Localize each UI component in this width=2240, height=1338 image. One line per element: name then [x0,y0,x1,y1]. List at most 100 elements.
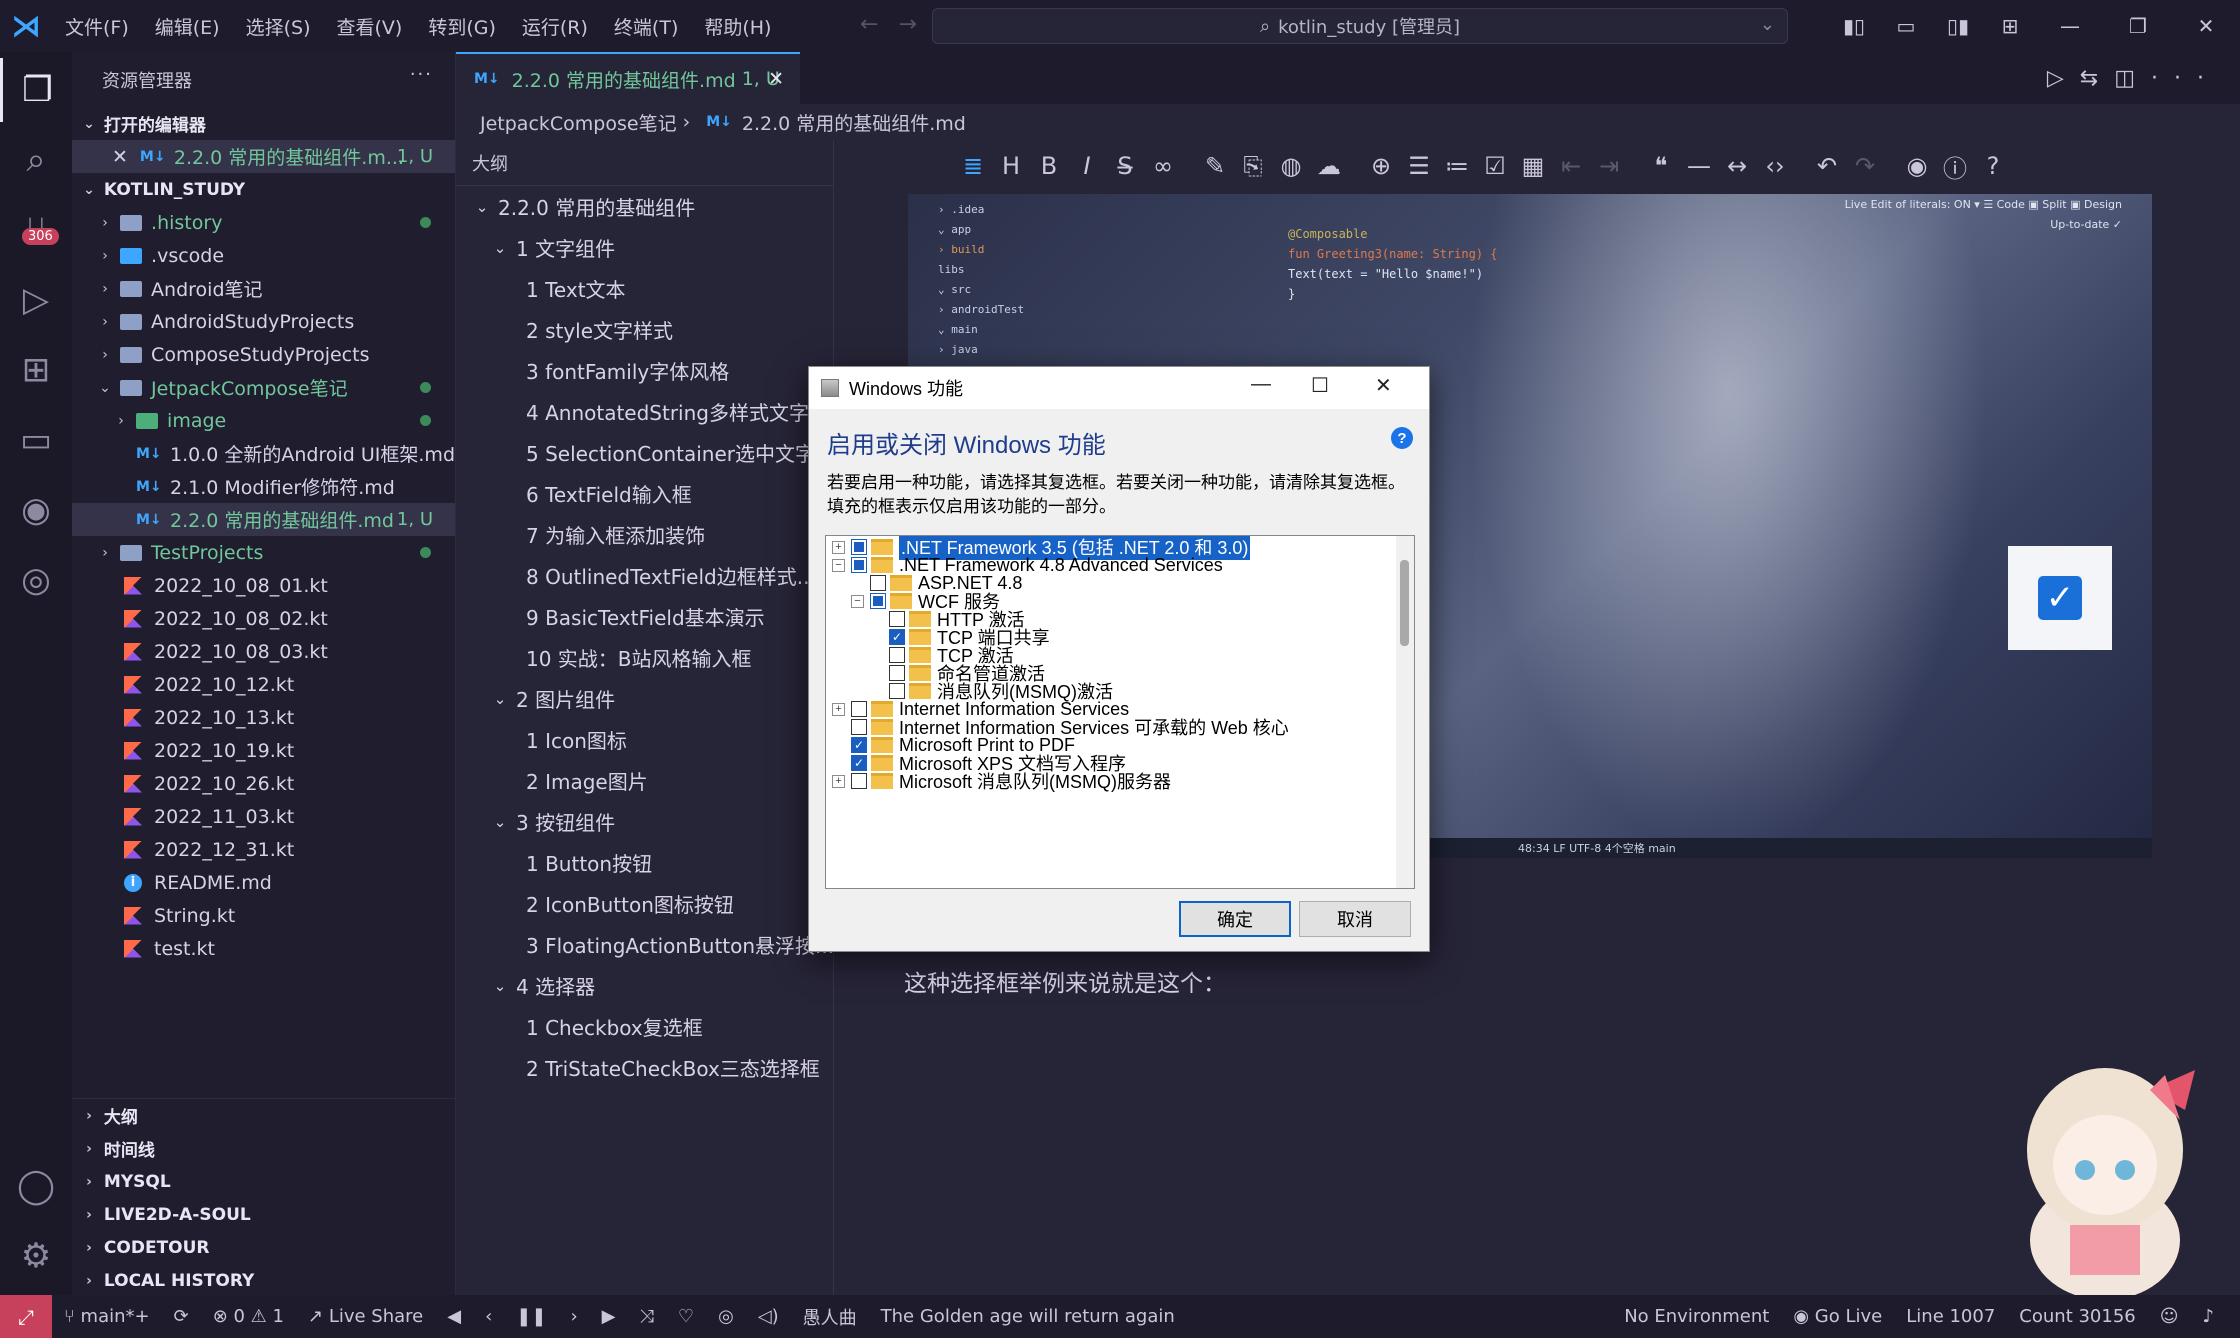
music-app-icon[interactable]: ◎ [706,1306,746,1327]
tree-item-kt[interactable]: 2022_10_19.kt [72,734,455,767]
tree-item-kt[interactable]: 2022_10_08_01.kt [72,569,455,602]
collapse-icon[interactable]: − [851,594,864,608]
cloud-upload-icon[interactable]: ☁ [1310,152,1348,180]
workspace-root[interactable]: ⌄ KOTLIN_STUDY [72,173,455,206]
more-icon[interactable]: ··· [2151,66,2220,91]
outline-item[interactable]: 3 fontFamily字体风格 [456,350,833,391]
strikethrough-icon[interactable]: S̶ [1106,152,1144,180]
info-icon[interactable]: ⓘ [1936,149,1974,184]
command-center-search[interactable]: ⌕ kotlin_study [管理员] ⌄ [932,8,1788,44]
outline-item[interactable]: ⌄ 2.2.0 常用的基础组件 [456,186,833,227]
live-share-icon[interactable]: ◎ [0,548,72,612]
section-codetour[interactable]: › CODETOUR [72,1231,455,1264]
expand-icon[interactable]: + [832,774,845,788]
git-branch[interactable]: ⑂ main*+ [52,1306,162,1327]
notifications-bell-icon[interactable]: ♪ [2191,1306,2227,1327]
outline-item[interactable]: ⌄ 1 文字组件 [456,227,833,268]
outline-item[interactable]: ⌄ 4 选择器 [456,965,833,1006]
environment-indicator[interactable]: No Environment [1612,1306,1781,1327]
close-dialog-button[interactable]: ✕ [1375,373,1392,398]
section-local-history[interactable]: › LOCAL HISTORY [72,1264,455,1297]
minimize-button[interactable]: — [1251,373,1271,396]
count-indicator[interactable]: Count 30156 [2007,1306,2147,1327]
maximize-button[interactable]: ☐ [1311,373,1329,398]
minimize-button[interactable]: — [2036,14,2104,38]
outline-item[interactable]: 1 Text文本 [456,268,833,309]
feature-item[interactable]: + Microsoft 消息队列(MSMQ)服务器 [832,768,1171,794]
tree-item-md-3-active[interactable]: M↓ 2.2.0 常用的基础组件.md 1, U [72,503,455,536]
outline-item[interactable]: ⌄ 3 按钮组件 [456,801,833,842]
toggle-secondary-sidebar-icon[interactable]: ▯▮ [1932,14,1984,38]
tree-item-android-study-projects[interactable]: › AndroidStudyProjects [72,305,455,338]
tree-item-jetpack-compose-notes[interactable]: ⌄ JetpackCompose笔记 [72,371,455,404]
line-indicator[interactable]: Line 1007 [1894,1306,2007,1327]
outline-item[interactable]: 7 为输入框添加装饰 [456,514,833,555]
menu-edit[interactable]: 编辑(E) [142,13,233,40]
live-share-button[interactable]: ↗ Live Share [296,1306,435,1327]
outline-item[interactable]: ⌄ 2 图片组件 [456,678,833,719]
checkbox[interactable] [851,773,867,789]
editor-tab-active[interactable]: M↓ 2.2.0 常用的基础组件.md 1, U ✕ [456,52,800,104]
remote-explorer-icon[interactable]: ▭ [0,408,72,472]
features-scrollbar[interactable] [1396,536,1414,888]
menu-file[interactable]: 文件(F) [52,13,142,40]
features-tree[interactable]: + .NET Framework 3.5 (包括 .NET 2.0 和 3.0) … [825,535,1415,889]
quote-icon[interactable]: ❝ [1642,152,1680,180]
settings-gear-icon[interactable]: ⚙ [0,1224,72,1288]
outline-toggle-icon[interactable]: ≣ [954,152,992,180]
tree-item-readme[interactable]: i README.md [72,866,455,899]
music-prev-icon[interactable]: ‹ [473,1306,504,1327]
tree-item-image[interactable]: › image [72,404,455,437]
tree-item-kt[interactable]: 2022_11_03.kt [72,800,455,833]
code-block-icon[interactable]: ‹› [1756,152,1794,180]
help-icon[interactable]: ? [1974,152,2012,180]
tree-item-kt[interactable]: 2022_10_12.kt [72,668,455,701]
tree-item-md-1[interactable]: M↓ 1.0.0 全新的Android UI框架.md [72,437,455,470]
edit-icon[interactable]: ✎ [1196,152,1234,180]
toggle-panel-icon[interactable]: ▭ [1880,14,1932,38]
sync-icon[interactable]: ⟳ [162,1306,201,1327]
outline-item[interactable]: 1 Checkbox复选框 [456,1006,833,1047]
close-window-button[interactable]: ✕ [2172,14,2240,38]
outline-item[interactable]: 8 OutlinedTextField边框样式... [456,555,833,596]
open-editors-section[interactable]: ⌄ 打开的编辑器 [72,107,455,140]
outline-item[interactable]: 2 IconButton图标按钮 [456,883,833,924]
outline-item[interactable]: 2 TriStateCheckBox三态选择框 [456,1047,833,1088]
breadcrumb-folder[interactable]: JetpackCompose笔记 [480,109,677,136]
heading-icon[interactable]: H [992,152,1030,180]
section-timeline[interactable]: › 时间线 [72,1132,455,1165]
bold-icon[interactable]: B [1030,152,1068,180]
copy-icon[interactable]: ⎘ [1234,152,1272,180]
outline-item[interactable]: 6 TextField输入框 [456,473,833,514]
customize-layout-icon[interactable]: ⊞ [1984,14,2036,38]
undo-icon[interactable]: ↶ [1808,152,1846,180]
like-heart-icon[interactable]: ♡ [666,1306,706,1327]
menu-help[interactable]: 帮助(H) [691,13,784,40]
music-pause-icon[interactable]: ❚❚ [504,1306,558,1327]
toggle-sidebar-icon[interactable]: ▮▯ [1828,14,1880,38]
go-live-button[interactable]: ◉ Go Live [1781,1306,1894,1327]
numbered-list-icon[interactable]: ≔ [1438,152,1476,180]
open-editor-item[interactable]: ✕ M↓ 2.2.0 常用的基础组件.m... 1, U [72,140,455,173]
remote-indicator-icon[interactable]: ⤢ [0,1295,52,1338]
music-next-icon[interactable]: › [558,1306,589,1327]
extensions-icon[interactable]: ⊞ [0,338,72,402]
nav-arrows[interactable]: ←→ [860,12,937,37]
menu-go[interactable]: 转到(G) [415,13,509,40]
explorer-icon[interactable]: ❐ [0,58,72,122]
link-icon[interactable]: ∞ [1144,152,1182,180]
more-actions-icon[interactable]: ··· [410,64,433,85]
music-next-section-icon[interactable]: ▶ [590,1306,628,1327]
ok-button[interactable]: 确定 [1179,901,1291,937]
breadcrumb-file[interactable]: 2.2.0 常用的基础组件.md [742,109,966,136]
shuffle-icon[interactable]: ⤨ [628,1306,666,1327]
tree-item-md-2[interactable]: M↓ 2.1.0 Modifier修饰符.md [72,470,455,503]
back-arrow-icon[interactable]: ← [860,12,898,37]
close-tab-icon[interactable]: ✕ [768,68,784,90]
help-icon[interactable]: ? [1391,427,1413,449]
inline-code-icon[interactable]: ↔ [1718,152,1756,180]
outline-item[interactable]: 5 SelectionContainer选中文字 [456,432,833,473]
live2d-mascot[interactable] [1990,1040,2220,1295]
insert-icon[interactable]: ⊕ [1362,152,1400,180]
outline-item[interactable]: 1 Button按钮 [456,842,833,883]
